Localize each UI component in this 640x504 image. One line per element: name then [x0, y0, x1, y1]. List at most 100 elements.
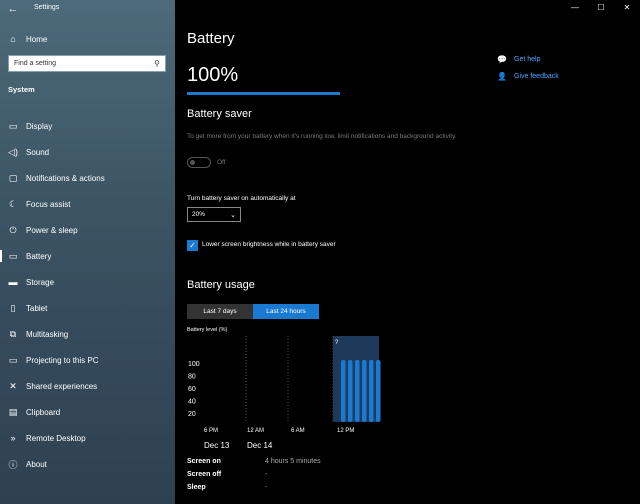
- toggle-knob: [190, 160, 195, 165]
- sidebar-item-label: Notifications & actions: [26, 173, 105, 183]
- sidebar-item-label: Tablet: [26, 303, 48, 313]
- chart-bar: [362, 360, 367, 422]
- tab-last-7-days[interactable]: Last 7 days: [187, 304, 253, 319]
- get-help-text: Get help: [514, 56, 541, 63]
- sidebar-item-display[interactable]: ▭ Display: [0, 113, 175, 139]
- chart-bar: [376, 360, 381, 422]
- stat-label: Screen off: [187, 471, 222, 478]
- battery-saver-toggle-state: Off: [217, 159, 226, 166]
- clipboard-icon: ▤: [8, 406, 18, 417]
- battery-saver-toggle[interactable]: [187, 157, 211, 168]
- search-placeholder: Find a setting: [14, 60, 57, 67]
- chart-y-tick: 100: [188, 361, 200, 368]
- projecting-icon: ▭: [8, 354, 18, 365]
- sidebar-item-focus-assist[interactable]: ☾ Focus assist: [0, 191, 175, 217]
- search-input[interactable]: Find a setting ⚲: [8, 55, 166, 72]
- battery-usage-heading: Battery usage: [187, 279, 255, 291]
- sidebar-item-battery[interactable]: ▭ Battery: [0, 243, 175, 269]
- sidebar-item-storage[interactable]: ▬ Storage: [0, 269, 175, 295]
- chat-bubble-icon: 💬: [497, 55, 507, 64]
- battery-saver-description: To get more from your battery when it’s …: [187, 133, 457, 140]
- battery-percent: 100%: [187, 64, 239, 86]
- home-icon: ⌂: [10, 34, 16, 44]
- tablet-icon: ▯: [10, 302, 16, 313]
- get-help-link[interactable]: 💬 Get help: [497, 55, 540, 64]
- sidebar-item-label: Clipboard: [26, 407, 61, 417]
- sidebar-item-label: Battery: [26, 251, 52, 261]
- sidebar-item-clipboard[interactable]: ▤ Clipboard: [0, 399, 175, 425]
- battery-level-fill: [187, 92, 340, 95]
- sidebar-item-label: Display: [26, 121, 53, 131]
- auto-saver-threshold-select[interactable]: 20% ⌄: [187, 207, 241, 222]
- sidebar-item-multitasking[interactable]: ⧉ Multitasking: [0, 321, 175, 347]
- storage-icon: ▬: [8, 277, 18, 287]
- stat-label: Screen on: [187, 458, 221, 465]
- app-title: Settings: [34, 4, 60, 11]
- about-icon: ⓘ: [8, 459, 18, 470]
- sidebar-item-label: About: [26, 459, 47, 469]
- display-icon: ▭: [8, 120, 18, 131]
- battery-saver-heading: Battery saver: [187, 108, 252, 120]
- notifications-icon: ▢: [8, 172, 18, 183]
- sidebar-item-tablet[interactable]: ▯ Tablet: [0, 295, 175, 321]
- auto-saver-threshold-value: 20%: [192, 211, 206, 218]
- chart-x-tick: 6 AM: [291, 428, 305, 434]
- chart-y-tick: 80: [188, 374, 196, 381]
- power-icon: ⏻: [9, 224, 17, 235]
- battery-level-chart: 100 80 60 40 20 6 PM 12 AM 6 AM 12 PM Dec 13 Dec…: [188, 336, 381, 450]
- multitasking-icon: ⧉: [9, 328, 17, 339]
- maximize-button[interactable]: ☐: [588, 0, 614, 16]
- sidebar-item-label: Sound: [26, 147, 50, 157]
- battery-icon: ▭: [8, 250, 18, 261]
- search-icon[interactable]: ⚲: [154, 59, 160, 68]
- focus-assist-icon: ☾: [8, 198, 18, 209]
- chart-y-tick: 60: [188, 386, 196, 393]
- stat-value: -: [265, 484, 268, 491]
- remote-desktop-icon: »: [10, 433, 16, 443]
- battery-level-bar: [187, 92, 340, 95]
- page-title: Battery: [187, 30, 235, 47]
- window-controls: — ☐ ✕: [562, 0, 640, 16]
- sidebar-item-label: Power & sleep: [26, 225, 78, 235]
- nav-list: ▭ Display ◁) Sound ▢ Notifications & act…: [0, 113, 175, 477]
- nav-home[interactable]: ⌂ Home: [0, 30, 175, 48]
- sidebar-item-power-sleep[interactable]: ⏻ Power & sleep: [0, 217, 175, 243]
- feedback-person-icon: 👤: [497, 72, 507, 81]
- sidebar-item-label: Remote Desktop: [26, 433, 86, 443]
- sidebar-item-about[interactable]: ⓘ About: [0, 451, 175, 477]
- back-arrow-icon[interactable]: ←: [6, 2, 20, 16]
- sidebar-item-projecting[interactable]: ▭ Projecting to this PC: [0, 347, 175, 373]
- chart-y-tick: 40: [188, 399, 196, 406]
- sidebar-item-notifications[interactable]: ▢ Notifications & actions: [0, 165, 175, 191]
- chevron-down-icon: ⌄: [230, 211, 236, 219]
- chart-bar: [348, 360, 353, 422]
- sidebar-item-shared-experiences[interactable]: ✕ Shared experiences: [0, 373, 175, 399]
- sidebar: ← Settings ⌂ Home Find a setting ⚲ Syste…: [0, 0, 175, 504]
- stat-value: 4 hours 5 minutes: [265, 458, 321, 465]
- section-title: System: [8, 85, 35, 94]
- chart-date-label: Dec 13: [204, 441, 230, 450]
- sidebar-item-label: Storage: [26, 277, 55, 287]
- sidebar-item-sound[interactable]: ◁) Sound: [0, 139, 175, 165]
- auto-saver-label: Turn battery saver on automatically at: [187, 195, 296, 202]
- usage-tabs: Last 7 days Last 24 hours: [187, 304, 319, 319]
- nav-home-label: Home: [26, 34, 48, 44]
- sidebar-item-remote-desktop[interactable]: » Remote Desktop: [0, 425, 175, 451]
- close-button[interactable]: ✕: [614, 0, 640, 16]
- sound-icon: ◁): [8, 146, 18, 157]
- give-feedback-link[interactable]: 👤 Give feedback: [497, 72, 559, 81]
- sidebar-item-label: Shared experiences: [26, 381, 98, 391]
- lower-brightness-label: Lower screen brightness while in battery…: [202, 241, 336, 248]
- sidebar-item-label: Focus assist: [26, 199, 71, 209]
- lower-brightness-checkbox[interactable]: ✓: [187, 240, 198, 251]
- tab-last-24-hours[interactable]: Last 24 hours: [253, 304, 319, 319]
- chart-bar: [341, 360, 346, 422]
- sidebar-item-label: Projecting to this PC: [26, 355, 99, 365]
- chart-bar: [355, 360, 360, 422]
- shared-experiences-icon: ✕: [9, 380, 17, 391]
- chart-date-label: Dec 14: [247, 441, 273, 450]
- give-feedback-text: Give feedback: [514, 73, 559, 80]
- chart-x-tick: 12 PM: [337, 428, 354, 434]
- chart-x-tick: 6 PM: [204, 428, 218, 434]
- minimize-button[interactable]: —: [562, 0, 588, 16]
